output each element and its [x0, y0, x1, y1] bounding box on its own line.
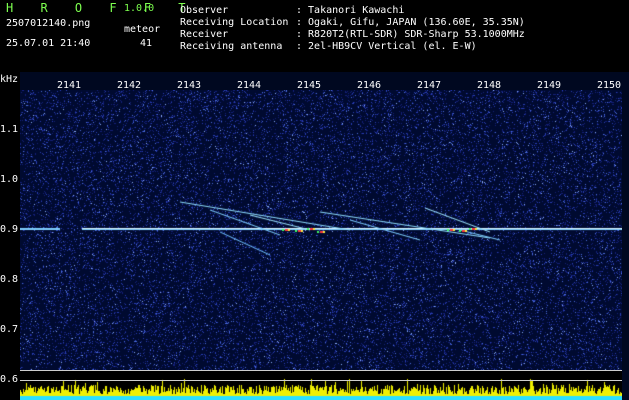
meteor-count: 41 — [140, 38, 153, 49]
y-tick-label: 1.0 — [0, 174, 19, 185]
app-version: 1.0.0 — [124, 3, 155, 14]
separator-line-upper — [20, 370, 622, 371]
field-value-observer: : Takanori Kawachi — [296, 5, 405, 16]
x-tick-label: 2142 — [117, 80, 142, 91]
signal-level-strip — [20, 370, 622, 400]
y-tick-label: 0.8 — [0, 274, 19, 285]
field-value-location: : Ogaki, Gifu, JAPAN (136.60E, 35.35N) — [296, 17, 525, 28]
x-tick-label: 2143 — [177, 80, 202, 91]
x-tick-label: 2144 — [237, 80, 262, 91]
file-name: 2507012140.png — [6, 18, 91, 29]
y-tick-label: 1.1 — [0, 124, 19, 135]
x-tick-label: 2145 — [297, 80, 322, 91]
y-tick-label: 0.9 — [0, 224, 19, 235]
x-tick-label: 2149 — [537, 80, 562, 91]
x-tick-label: 2146 — [357, 80, 382, 91]
spectrogram-canvas — [20, 90, 622, 370]
field-label-location: Receiving Location — [180, 17, 289, 28]
x-tick-label: 2147 — [417, 80, 442, 91]
field-value-receiver: : R820T2(RTL-SDR) SDR-Sharp 53.1000MHz — [296, 29, 525, 40]
field-label-observer: Observer — [180, 5, 229, 16]
field-value-antenna: : 2el-HB9CV Vertical (el. E-W) — [296, 41, 477, 52]
meteor-label: meteor — [124, 24, 161, 35]
separator-line-lower — [20, 380, 622, 381]
header-panel: H R O F F T 1.0.0 2507012140.png 25.07.0… — [0, 0, 629, 72]
app-logo: H R O F F T — [6, 1, 196, 15]
x-tick-label: 2141 — [57, 80, 82, 91]
x-tick-label: 2148 — [477, 80, 502, 91]
field-label-antenna: Receiving antenna — [180, 41, 283, 52]
x-tick-label: 2150 — [597, 80, 622, 91]
y-tick-label: 0.7 — [0, 324, 19, 335]
y-axis-unit: kHz — [0, 74, 19, 85]
capture-datetime: 25.07.01 21:40 — [6, 38, 91, 49]
field-label-receiver: Receiver — [180, 29, 229, 40]
y-tick-label: 0.6 — [0, 374, 19, 385]
